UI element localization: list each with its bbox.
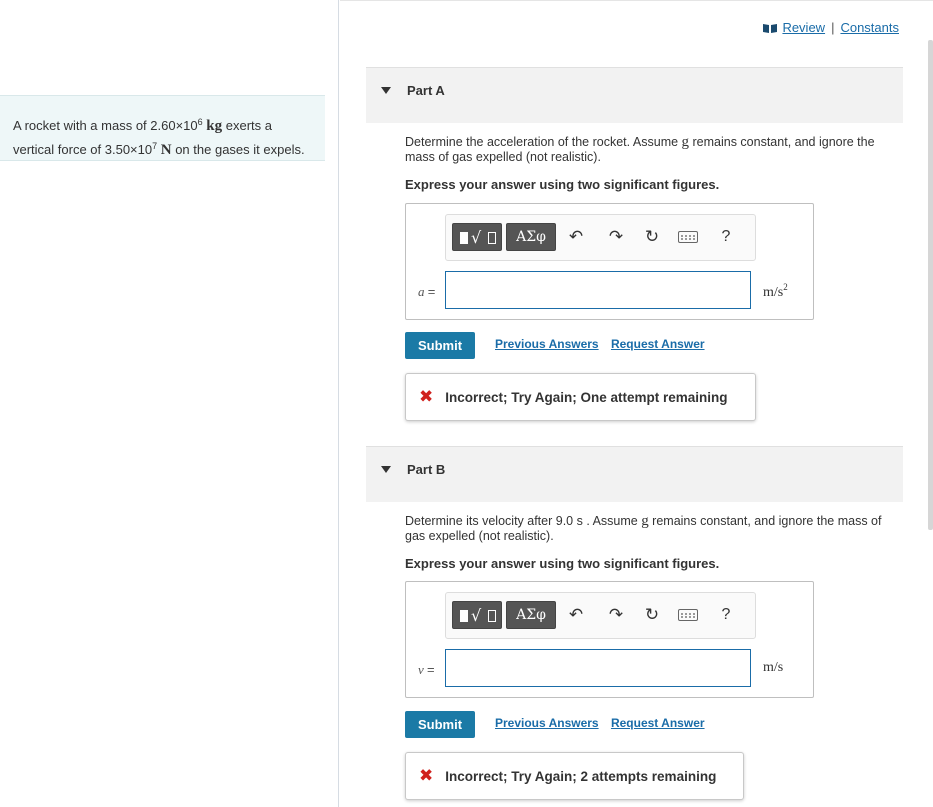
top-links: Review | Constants [762,20,899,35]
part-a-answer-input[interactable] [445,271,751,309]
part-b-question-pre: Determine its velocity after 9.0 s . Ass… [405,514,642,528]
part-a-unit-exp: 2 [783,282,788,292]
radical-icon: √ [471,228,482,247]
part-b-previous-answers-link[interactable]: Previous Answers [495,716,599,730]
part-b-instruction: Express your answer using two significan… [405,556,720,571]
force-unit: N [160,142,172,158]
undo-icon[interactable]: ↶ [564,225,588,249]
book-icon [763,24,778,33]
part-a-g-symbol: g [681,134,690,150]
box-icon [488,232,496,244]
part-b-equals: = [427,662,435,677]
reset-icon[interactable]: ↻ [640,225,664,249]
part-a-unit: m/s2 [763,282,788,301]
part-a-previous-answers-link[interactable]: Previous Answers [495,337,599,351]
scrollbar[interactable] [928,40,933,530]
keyboard-icon[interactable] [678,609,698,621]
review-link[interactable]: Review [782,20,825,35]
part-a-request-answer-link[interactable]: Request Answer [611,337,705,351]
math-toolbar: √ ΑΣφ ↶ ↷ ↻ ? [445,214,756,261]
constants-link[interactable]: Constants [840,20,899,35]
link-separator: | [831,20,835,35]
part-b-g-symbol: g [641,513,649,529]
part-a-title: Part A [407,83,445,98]
redo-icon[interactable]: ↷ [604,225,628,249]
greek-button[interactable]: ΑΣφ [506,601,556,629]
problem-text-3: on the gases it expels. [171,142,305,157]
templates-button[interactable]: √ [452,223,502,251]
part-a-unit-base: m/s [763,285,784,300]
part-a-answer-box: √ ΑΣφ ↶ ↷ ↻ ? a = m/s2 [405,203,814,320]
part-b-unit: m/s [763,660,784,675]
help-button[interactable]: ? [714,225,738,249]
redo-icon[interactable]: ↷ [604,603,628,627]
keyboard-icon[interactable] [678,231,698,243]
mass-exponent: 6 [197,117,203,127]
part-a-variable: a [418,284,425,299]
force-exponent: 7 [152,141,158,151]
templates-button[interactable]: √ [452,601,502,629]
part-b-submit-button[interactable]: Submit [405,711,475,738]
part-a-submit-button[interactable]: Submit [405,332,475,359]
part-b-feedback-text: Incorrect; Try Again; 2 attempts remaini… [445,768,717,784]
help-button[interactable]: ? [714,603,738,627]
part-a-links: Previous Answers Request Answer [495,337,714,351]
part-b-variable-label: v = [418,662,435,678]
part-b-answer-input[interactable] [445,649,751,687]
templates-icon [460,610,468,622]
error-x-icon: ✖ [419,387,434,407]
part-b-variable: v [418,662,424,677]
problem-text-1: A rocket with a mass of 2.60×10 [13,118,198,133]
part-b-title: Part B [407,462,446,477]
part-b-feedback: ✖ Incorrect; Try Again; 2 attempts remai… [405,752,744,800]
part-a-instruction: Express your answer using two significan… [405,177,720,192]
part-b-collapse-caret-icon[interactable] [381,466,391,473]
part-a-feedback: ✖ Incorrect; Try Again; One attempt rema… [405,373,756,421]
part-a-feedback-text: Incorrect; Try Again; One attempt remain… [445,389,728,405]
part-b-request-answer-link[interactable]: Request Answer [611,716,705,730]
part-a-header[interactable] [366,67,903,123]
problem-statement: A rocket with a mass of 2.60×106 kg exer… [0,95,325,161]
math-toolbar: √ ΑΣφ ↶ ↷ ↻ ? [445,592,756,639]
part-a-question: Determine the acceleration of the rocket… [405,135,905,165]
part-b-links: Previous Answers Request Answer [495,716,714,730]
problem-pane: A rocket with a mass of 2.60×106 kg exer… [0,0,339,807]
top-divider [340,0,933,1]
part-a-equals: = [427,284,436,299]
part-a-collapse-caret-icon[interactable] [381,87,391,94]
part-b-answer-box: √ ΑΣφ ↶ ↷ ↻ ? v = m/s [405,581,814,698]
templates-icon [460,232,468,244]
greek-button[interactable]: ΑΣφ [506,223,556,251]
undo-icon[interactable]: ↶ [564,603,588,627]
part-a-variable-label: a = [418,284,435,300]
radical-icon: √ [471,606,482,625]
part-b-header[interactable] [366,446,903,502]
mass-unit: kg [206,118,223,134]
reset-icon[interactable]: ↻ [640,603,664,627]
part-a-question-pre: Determine the acceleration of the rocket… [405,135,682,149]
error-x-icon: ✖ [419,766,434,786]
box-icon [488,610,496,622]
part-b-question: Determine its velocity after 9.0 s . Ass… [405,514,905,544]
